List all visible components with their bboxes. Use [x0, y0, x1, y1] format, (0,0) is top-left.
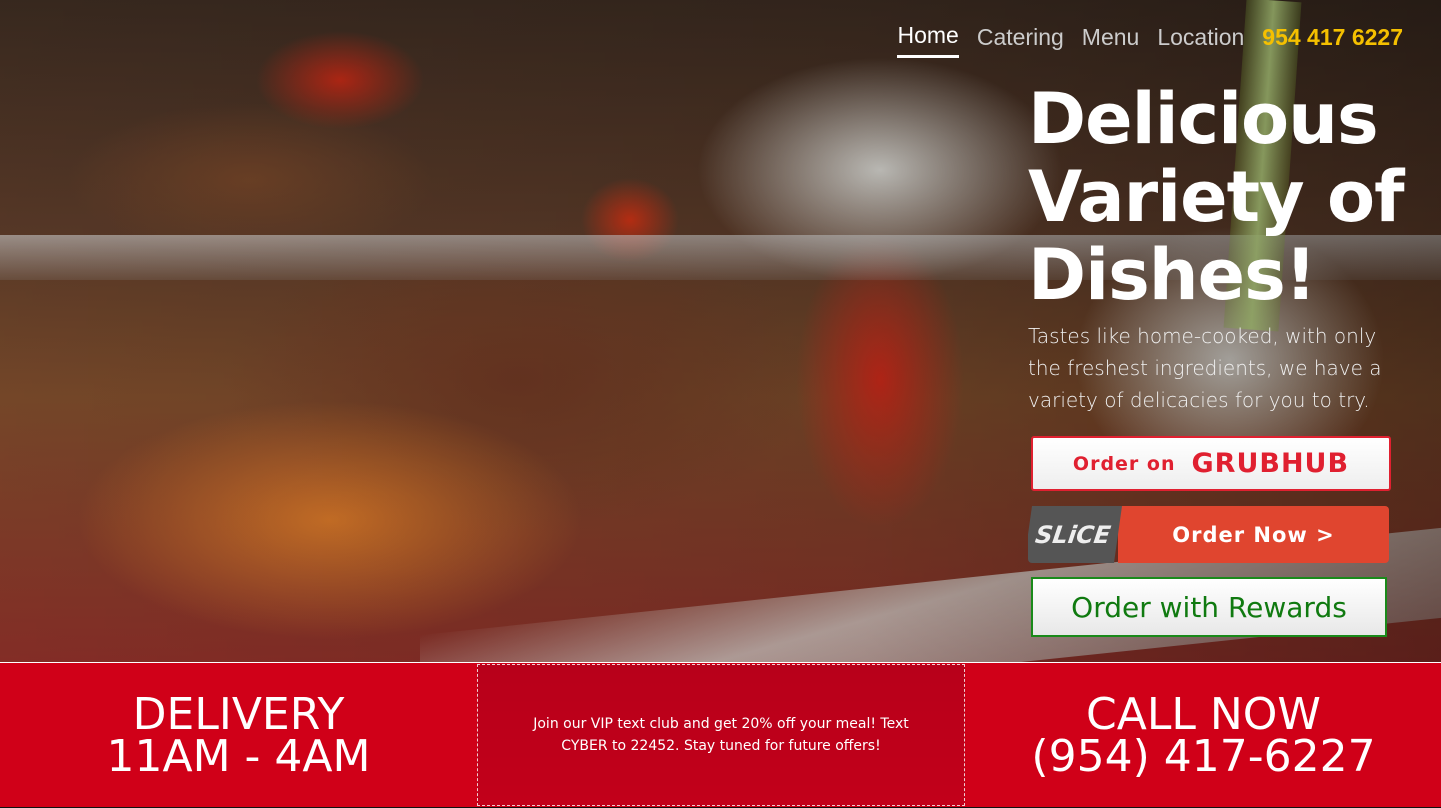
delivery-hours: 11AM - 4AM — [106, 730, 371, 782]
nav-item-menu[interactable]: Menu — [1082, 24, 1140, 57]
delivery-hours-block: DELIVERY 11AM - 4AM — [0, 663, 477, 808]
vip-promo-text: Join our VIP text club and get 20% off y… — [533, 716, 909, 754]
order-rewards-button[interactable]: Order with Rewards — [1031, 577, 1387, 637]
hero-tagline: Tastes like home-cooked, with only the f… — [1028, 324, 1382, 412]
order-grubhub-button[interactable]: Order on GRUBHUB — [1031, 436, 1391, 491]
delivery-title: DELIVERY — [132, 688, 345, 740]
nav-item-home[interactable]: Home — [897, 22, 959, 58]
order-slice-button[interactable]: SLiCE Order Now > — [1028, 506, 1389, 563]
nav-phone-link[interactable]: 954 417 6227 — [1262, 24, 1403, 57]
slice-logo: SLiCE — [1028, 506, 1123, 563]
grubhub-logo: GRUBHUB — [1191, 448, 1350, 479]
call-now-title: CALL NOW — [1086, 688, 1321, 740]
call-now-phone[interactable]: (954) 417-6227 — [1031, 734, 1375, 778]
call-now-block[interactable]: CALL NOW (954) 417-6227 — [966, 663, 1441, 808]
slice-order-label: Order Now > — [1118, 506, 1389, 563]
info-band: DELIVERY 11AM - 4AM Join our VIP text cl… — [0, 662, 1441, 807]
grubhub-prefix: Order on — [1072, 452, 1176, 475]
nav-item-catering[interactable]: Catering — [977, 24, 1064, 57]
nav-item-location[interactable]: Location — [1157, 24, 1244, 57]
hero-headline: Delicious Variety of Dishes! — [1028, 78, 1405, 316]
main-navigation: Home Catering Menu Location 954 417 6227 — [897, 22, 1403, 58]
vip-promo-box: Join our VIP text club and get 20% off y… — [477, 664, 965, 806]
